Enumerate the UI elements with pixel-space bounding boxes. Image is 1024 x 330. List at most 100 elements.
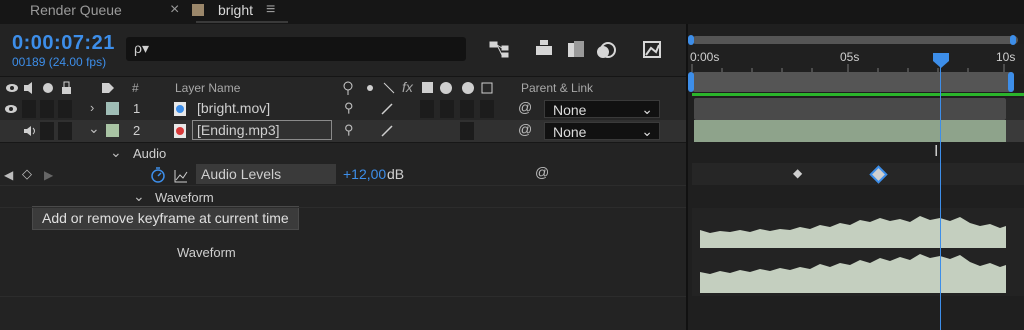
audio-levels-label[interactable]: Audio Levels [201,166,281,182]
visibility-eye-icon[interactable] [4,103,18,115]
layer-index: 2 [133,123,141,138]
work-area-bar[interactable] [692,72,1014,92]
solo-switch-cell[interactable] [40,100,54,118]
quality-switch-icon[interactable] [380,102,394,116]
layer-2-bar-end [1006,120,1024,142]
layer-name[interactable]: [bright.mov] [197,100,270,116]
layer-label-color[interactable] [106,102,119,115]
navigator-end-handle[interactable] [1010,35,1016,45]
keyframe-tooltip: Add or remove keyframe at current time [32,206,299,230]
collapse-chevron-icon[interactable]: ⌄ [88,120,100,137]
parent-value: None [553,124,587,140]
work-area-end-handle[interactable] [1008,72,1014,92]
parent-select[interactable]: None ⌄ [544,100,660,118]
lock-icon [62,81,71,94]
chevron-down-icon: ⌄ [641,101,653,117]
graph-icon [174,170,188,183]
current-time-display[interactable]: 0:00:07:21 [12,32,115,55]
layer-name-column-header[interactable]: Layer Name [175,81,240,95]
audio-levels-value[interactable]: +12,00 [343,166,386,182]
layer-1-duration-bar[interactable] [694,98,1006,120]
switch-cell[interactable] [420,100,434,118]
navigator-start-handle[interactable] [688,35,694,45]
solo-switch-cell[interactable] [40,122,54,140]
playhead-line[interactable] [940,62,941,330]
adjustment-switch-icon [462,82,474,94]
waveform-group-label: Waveform [155,190,214,205]
audio-file-icon [174,124,186,138]
pickwhip-icon[interactable]: @ [518,99,532,115]
motion-blur-switch-icon [440,82,452,94]
switch-cell[interactable] [460,122,474,140]
audio-levels-unit: dB [387,166,405,182]
shy-switch-icon[interactable]: ⚲ [344,122,354,138]
chevron-down-icon: ⌄ [641,123,653,139]
lock-switch-cell[interactable] [58,122,72,140]
adjustment-layer-icon [422,82,433,93]
parent-value: None [553,102,587,118]
waveform-sublabel: Waveform [177,245,236,260]
motion-blur-icon [597,42,616,58]
row-divider [0,207,686,208]
draft-3d-icon [536,40,552,55]
video-visibility-icon [6,84,18,92]
layer-label-color[interactable] [106,124,119,137]
3d-layer-icon [481,82,493,94]
search-icon: ρ▾ [134,40,149,56]
keyframe-icon[interactable]: ◆ [793,166,802,180]
parent-select[interactable]: None ⌄ [544,122,660,140]
parent-link-column-header[interactable]: Parent & Link [521,81,593,95]
composition-flowchart-icon [489,41,509,58]
switch-cell[interactable] [460,100,474,118]
switch-cell[interactable] [440,100,454,118]
time-navigator-scrollbar[interactable] [692,36,1018,44]
layer-row-2[interactable]: ⌄ 2 [Ending.mp3] ⚲ @ None ⌄ [0,120,686,143]
layer-name[interactable]: [Ending.mp3] [197,122,280,138]
audio-waveform [700,216,1006,293]
playhead-handle-icon[interactable] [932,52,950,68]
video-file-icon [174,102,186,116]
graph-editor-icon [643,41,661,58]
lock-switch-cell[interactable] [58,100,72,118]
expand-chevron-icon[interactable]: › [90,100,94,115]
column-switch-icons [6,81,493,95]
shy-switch-icon[interactable]: ⚲ [344,100,354,116]
layer-index: 1 [133,101,141,116]
comp-color-swatch [192,4,204,16]
waveform-group-chevron-icon[interactable]: ⌄ [133,188,145,205]
layer-search-input[interactable]: ρ▾ [126,37,466,61]
tab-render-queue[interactable]: Render Queue [30,0,122,24]
next-keyframe-icon[interactable]: ▶ [44,168,53,182]
active-tab-underline [196,21,288,23]
frame-blending-icon [568,41,584,57]
solo-icon [43,83,53,93]
switch-cell[interactable] [480,100,494,118]
audio-switch-cell[interactable] [22,100,36,118]
stopwatch-graph-icons[interactable] [150,166,190,184]
layer-2-duration-bar[interactable] [694,120,1006,142]
collapse-transform-icon [367,85,373,91]
quality-switch-icon[interactable] [380,124,394,138]
audio-group-chevron-icon[interactable]: ⌄ [110,144,122,161]
close-tab-icon[interactable]: × [170,0,179,24]
label-tag-icon [102,83,114,93]
prev-keyframe-icon[interactable]: ◀ [4,168,13,182]
shy-icon [343,81,353,95]
selected-keyframe-icon[interactable] [869,165,889,185]
add-keyframe-icon[interactable]: ◇ [22,166,32,182]
index-column-header: # [132,81,139,95]
row-divider [0,185,686,186]
property-pickwhip-icon[interactable]: @ [535,164,549,180]
ruler-tick-label: 0:00s [690,50,720,64]
comp-toolbar [489,40,661,58]
layer-1-bar-end [1006,98,1024,120]
panel-tab-bar [0,0,1024,24]
pickwhip-icon[interactable]: @ [518,121,532,137]
audio-speaker-icon[interactable] [22,125,38,137]
ruler-tick-label: 10s [996,50,1016,64]
text-cursor-icon: I [934,143,939,160]
work-area-start-handle[interactable] [688,72,694,92]
layer-row-1[interactable]: › 1 [bright.mov] ⚲ @ None ⌄ [0,98,686,121]
ruler-tick-label: 05s [840,50,860,64]
effects-column-header: fx [402,79,413,95]
